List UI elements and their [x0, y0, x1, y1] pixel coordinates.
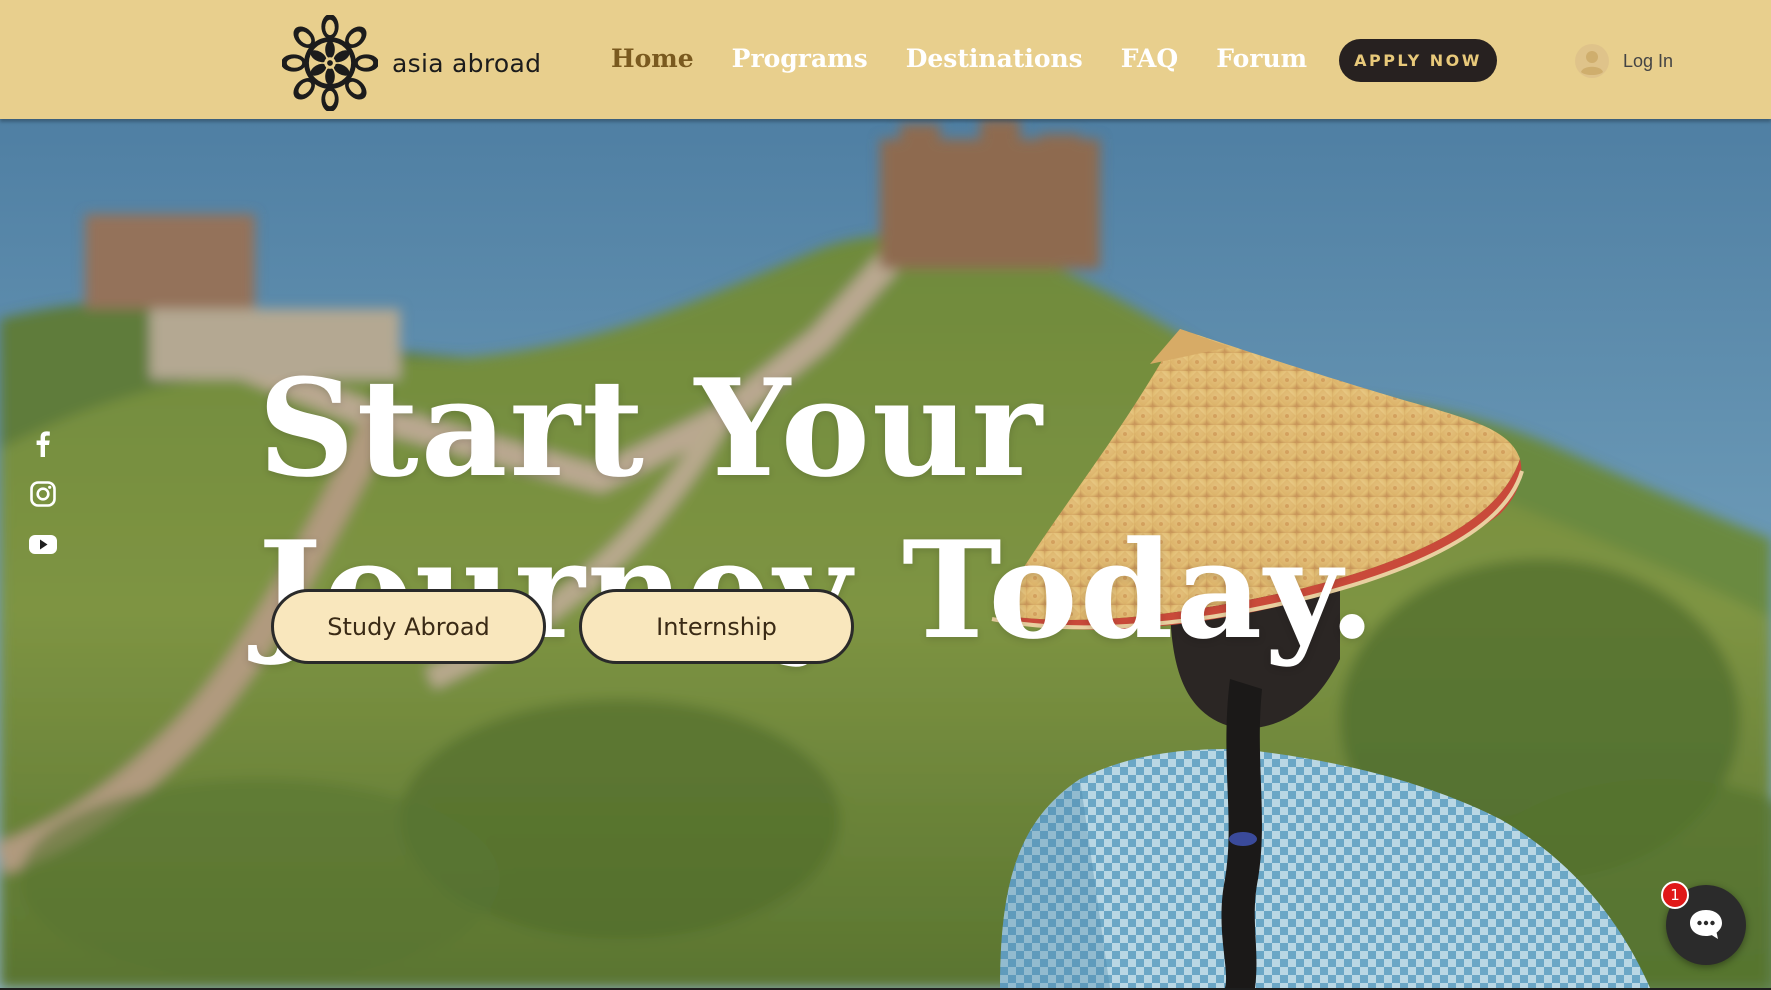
nav-faq[interactable]: FAQ: [1121, 44, 1178, 73]
user-avatar-icon: [1575, 44, 1609, 78]
internship-button[interactable]: Internship: [579, 589, 854, 664]
nav-destinations[interactable]: Destinations: [906, 44, 1083, 73]
nav-programs[interactable]: Programs: [732, 44, 868, 73]
chat-bubble-icon: [1690, 910, 1722, 939]
login-label: Log In: [1623, 50, 1674, 71]
study-abroad-button[interactable]: Study Abroad: [271, 589, 546, 664]
nav-forum[interactable]: Forum: [1216, 44, 1307, 73]
chat-unread-badge: 1: [1661, 881, 1689, 909]
headline-line-1: Start Your: [258, 349, 1045, 507]
instagram-icon[interactable]: [28, 480, 58, 508]
hero-section: Start Your Journey Today.: [0, 119, 1771, 988]
youtube-icon[interactable]: [28, 530, 58, 558]
brand-name: asia abroad: [392, 48, 542, 78]
site-header: asia abroad Home Programs Destinations F…: [0, 0, 1771, 119]
main-nav: Home Programs Destinations FAQ Forum: [611, 44, 1307, 73]
brand-logo[interactable]: asia abroad: [282, 15, 541, 111]
login-button[interactable]: Log In: [1575, 44, 1673, 78]
apply-now-button[interactable]: APPLY NOW: [1339, 39, 1497, 82]
nav-home[interactable]: Home: [611, 44, 694, 73]
facebook-icon[interactable]: [28, 430, 58, 458]
mandala-logo-icon: [282, 15, 378, 111]
social-bar: [28, 430, 58, 558]
